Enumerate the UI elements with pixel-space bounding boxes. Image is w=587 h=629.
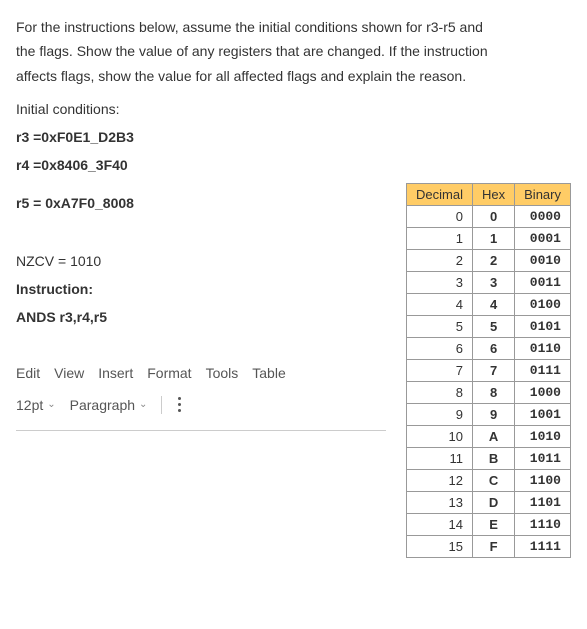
hex-table: Decimal Hex Binary 000000110001220010330…: [406, 183, 571, 558]
table-row: 881000: [407, 382, 571, 404]
nzcv-value: NZCV = 1010: [16, 253, 386, 269]
cell-decimal: 7: [407, 360, 473, 382]
header-binary: Binary: [515, 184, 571, 206]
paragraph-dropdown[interactable]: Paragraph ⌄: [70, 397, 148, 413]
header-decimal: Decimal: [407, 184, 473, 206]
paragraph-label: Paragraph: [70, 397, 135, 413]
menu-tools[interactable]: Tools: [206, 365, 239, 381]
toolbar-separator: [161, 396, 162, 414]
table-row: 330011: [407, 272, 571, 294]
cell-binary: 0110: [515, 338, 571, 360]
editor-menu: Edit View Insert Format Tools Table: [16, 365, 386, 381]
cell-hex: 0: [473, 206, 515, 228]
instruction-label: Instruction:: [16, 281, 386, 297]
cell-hex: B: [473, 448, 515, 470]
cell-hex: D: [473, 492, 515, 514]
editor-controls: 12pt ⌄ Paragraph ⌄: [16, 395, 386, 414]
table-row: 660110: [407, 338, 571, 360]
cell-hex: 7: [473, 360, 515, 382]
cell-hex: A: [473, 426, 515, 448]
table-row: 11B1011: [407, 448, 571, 470]
menu-view[interactable]: View: [54, 365, 84, 381]
cell-decimal: 9: [407, 404, 473, 426]
header-hex: Hex: [473, 184, 515, 206]
cell-hex: F: [473, 536, 515, 558]
cell-binary: 1011: [515, 448, 571, 470]
cell-decimal: 11: [407, 448, 473, 470]
cell-decimal: 0: [407, 206, 473, 228]
cell-decimal: 14: [407, 514, 473, 536]
table-row: 10A1010: [407, 426, 571, 448]
cell-decimal: 13: [407, 492, 473, 514]
initial-conditions-label: Initial conditions:: [16, 101, 571, 117]
cell-binary: 0100: [515, 294, 571, 316]
cell-binary: 0010: [515, 250, 571, 272]
table-row: 110001: [407, 228, 571, 250]
fontsize-label: 12pt: [16, 397, 43, 413]
cell-hex: 5: [473, 316, 515, 338]
editor-toolbar: Edit View Insert Format Tools Table 12pt…: [16, 365, 386, 431]
table-row: 15F1111: [407, 536, 571, 558]
cell-decimal: 5: [407, 316, 473, 338]
editor-divider: [16, 430, 386, 431]
cell-decimal: 6: [407, 338, 473, 360]
chevron-down-icon: ⌄: [139, 399, 147, 410]
table-header-row: Decimal Hex Binary: [407, 184, 571, 206]
cell-binary: 0000: [515, 206, 571, 228]
cell-decimal: 4: [407, 294, 473, 316]
question-line: affects flags, show the value for all af…: [16, 65, 571, 87]
more-icon[interactable]: [176, 395, 183, 414]
cell-hex: 9: [473, 404, 515, 426]
cell-binary: 0011: [515, 272, 571, 294]
cell-hex: 3: [473, 272, 515, 294]
cell-binary: 1000: [515, 382, 571, 404]
table-row: 991001: [407, 404, 571, 426]
table-row: 550101: [407, 316, 571, 338]
cell-decimal: 12: [407, 470, 473, 492]
cell-binary: 1010: [515, 426, 571, 448]
table-row: 440100: [407, 294, 571, 316]
cell-decimal: 15: [407, 536, 473, 558]
table-row: 14E1110: [407, 514, 571, 536]
question-text: For the instructions below, assume the i…: [16, 16, 571, 87]
cell-hex: E: [473, 514, 515, 536]
cell-decimal: 8: [407, 382, 473, 404]
menu-insert[interactable]: Insert: [98, 365, 133, 381]
cell-decimal: 2: [407, 250, 473, 272]
cell-decimal: 1: [407, 228, 473, 250]
menu-table[interactable]: Table: [252, 365, 285, 381]
cell-binary: 0101: [515, 316, 571, 338]
menu-format[interactable]: Format: [147, 365, 191, 381]
r5-value: r5 = 0xA7F0_8008: [16, 195, 386, 211]
cell-hex: 1: [473, 228, 515, 250]
question-line: the flags. Show the value of any registe…: [16, 40, 571, 62]
fontsize-dropdown[interactable]: 12pt ⌄: [16, 397, 56, 413]
cell-decimal: 3: [407, 272, 473, 294]
cell-decimal: 10: [407, 426, 473, 448]
cell-hex: 4: [473, 294, 515, 316]
cell-binary: 0001: [515, 228, 571, 250]
cell-hex: 6: [473, 338, 515, 360]
cell-hex: 2: [473, 250, 515, 272]
chevron-down-icon: ⌄: [47, 399, 55, 410]
cell-binary: 1111: [515, 536, 571, 558]
cell-binary: 1100: [515, 470, 571, 492]
cell-hex: C: [473, 470, 515, 492]
table-row: 12C1100: [407, 470, 571, 492]
menu-edit[interactable]: Edit: [16, 365, 40, 381]
table-row: 000000: [407, 206, 571, 228]
cell-binary: 1101: [515, 492, 571, 514]
r3-value: r3 =0xF0E1_D2B3: [16, 129, 571, 145]
cell-binary: 0111: [515, 360, 571, 382]
instruction-value: ANDS r3,r4,r5: [16, 309, 386, 325]
table-row: 13D1101: [407, 492, 571, 514]
r4-value: r4 =0x8406_3F40: [16, 157, 571, 173]
question-line: For the instructions below, assume the i…: [16, 16, 571, 38]
cell-hex: 8: [473, 382, 515, 404]
cell-binary: 1110: [515, 514, 571, 536]
cell-binary: 1001: [515, 404, 571, 426]
table-row: 220010: [407, 250, 571, 272]
table-row: 770111: [407, 360, 571, 382]
